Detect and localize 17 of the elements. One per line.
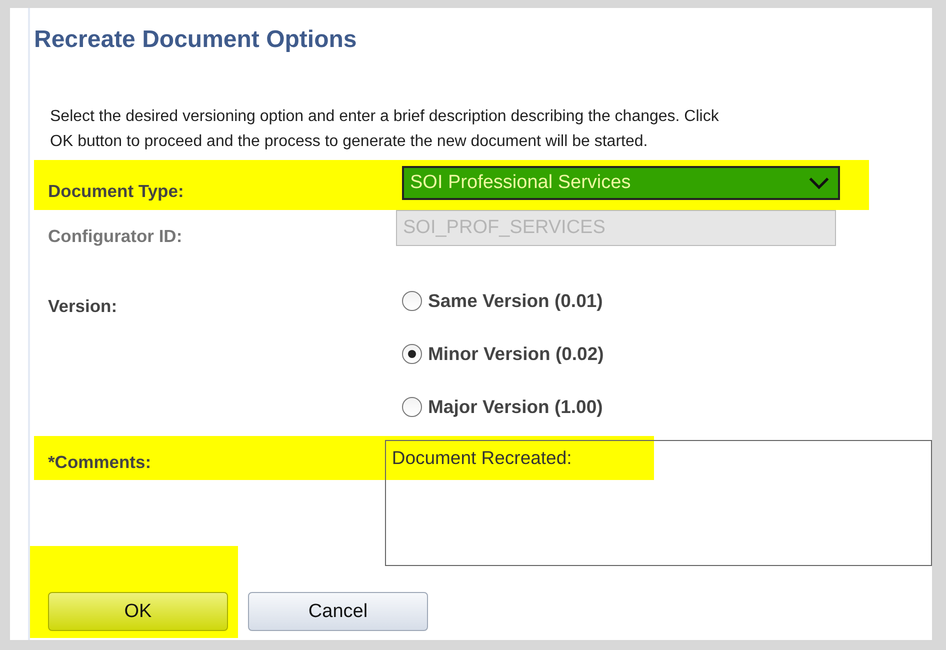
cancel-button[interactable]: Cancel <box>248 592 428 631</box>
radio-button[interactable] <box>402 291 422 311</box>
radio-label: Minor Version (0.02) <box>428 343 604 365</box>
radio-button[interactable] <box>402 397 422 417</box>
field-label: *Comments: <box>48 451 152 474</box>
field-label: Configurator ID: <box>48 225 184 248</box>
field-label: Version: <box>48 295 118 318</box>
page-title: Recreate Document Options <box>34 26 358 55</box>
ok-button[interactable]: OK <box>48 592 228 631</box>
instruction-text: Select the desired versioning option and enter a brief description describing the changes. Click <box>50 107 720 127</box>
comments-textarea[interactable]: Document Recreated: <box>384 440 932 566</box>
radio-label: Same Version (0.01) <box>428 290 603 312</box>
instruction-text: OK button to proceed and the process to generate the new document will be started. <box>50 132 649 152</box>
radio-label: Major Version (1.00) <box>428 396 603 418</box>
field-label: Document Type: <box>48 180 185 203</box>
chevron-down-icon <box>808 175 830 191</box>
radio-button[interactable] <box>402 344 422 364</box>
